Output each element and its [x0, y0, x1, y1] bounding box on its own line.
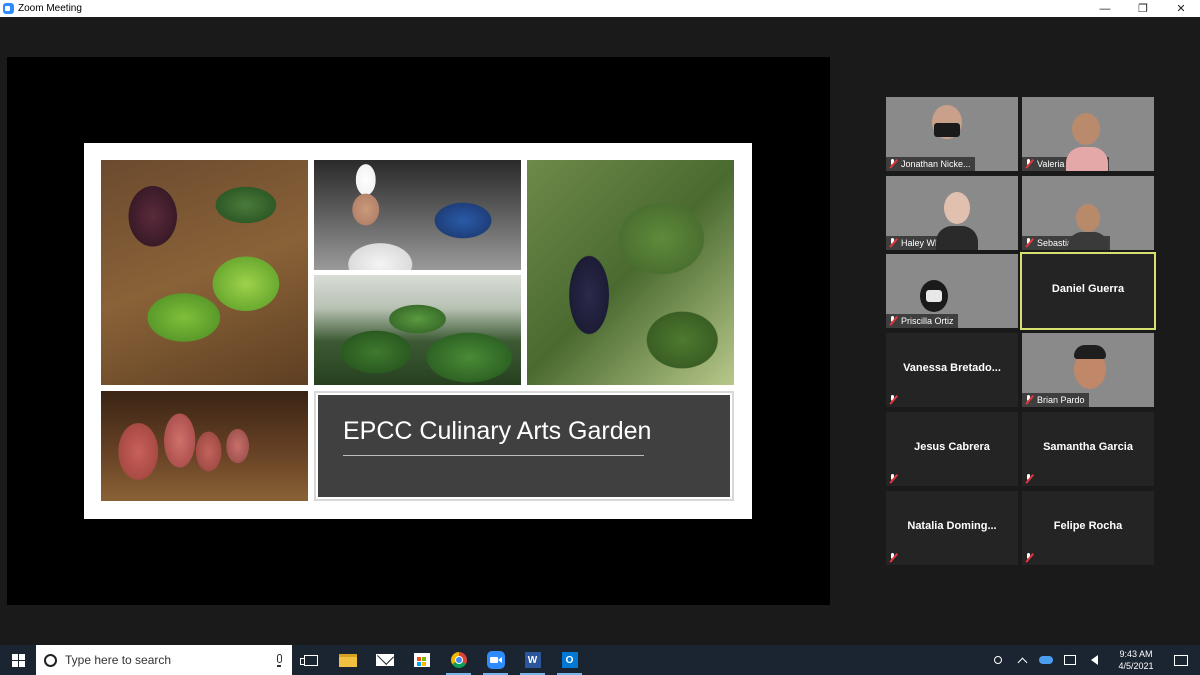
muted-mic-icon	[888, 159, 897, 169]
store-icon	[413, 653, 430, 667]
windows-logo-icon	[11, 653, 25, 667]
people-button[interactable]	[986, 645, 1010, 675]
participant-name: Brian Pardo	[1037, 395, 1085, 405]
outlook-icon: O	[561, 652, 578, 668]
sweet-potatoes-photo	[101, 391, 308, 501]
presentation-slide: EPCC Culinary Arts Garden	[84, 143, 752, 519]
participant-tile[interactable]: Felipe Rocha	[1022, 491, 1154, 565]
volume-icon	[1090, 655, 1098, 665]
muted-mic-icon	[888, 316, 897, 326]
cloud-icon	[1039, 656, 1053, 664]
clock-date: 4/5/2021	[1118, 661, 1154, 671]
mail-icon	[375, 654, 394, 666]
muted-mic-icon	[888, 553, 897, 563]
search-placeholder: Type here to search	[65, 653, 172, 667]
participant-tile[interactable]: Brian Pardo	[1022, 333, 1154, 407]
restore-button[interactable]: ❐	[1124, 0, 1162, 17]
file-explorer-button[interactable]	[329, 645, 366, 675]
mail-button[interactable]	[366, 645, 403, 675]
participant-name: Priscilla Ortiz	[901, 316, 954, 326]
muted-mic-icon	[888, 395, 897, 405]
name-label: Jonathan Nicke...	[886, 157, 975, 171]
clock-time: 9:43 AM	[1119, 649, 1153, 659]
chrome-button[interactable]	[440, 645, 477, 675]
window-controls: — ❐ ✕	[1086, 0, 1200, 17]
close-button[interactable]: ✕	[1162, 0, 1200, 17]
system-tray: 9:43 AM 4/5/2021	[986, 645, 1200, 675]
word-button[interactable]: W	[514, 645, 551, 675]
people-icon	[994, 656, 1002, 664]
active-speaker-tile[interactable]: Daniel Guerra	[1020, 252, 1156, 330]
window-title-bar[interactable]: Zoom Meeting — ❐ ✕	[0, 0, 1200, 17]
participant-tile[interactable]: Priscilla Ortiz	[886, 254, 1018, 328]
slide-title-box: EPCC Culinary Arts Garden	[314, 391, 734, 501]
name-label: Brian Pardo	[1022, 393, 1089, 407]
participant-tile[interactable]: Jesus Cabrera	[886, 412, 1018, 486]
muted-mic-icon	[888, 474, 897, 484]
task-view-icon	[299, 654, 318, 666]
participant-tile[interactable]: Natalia Doming...	[886, 491, 1018, 565]
name-label: Valeria O. Dom...	[1022, 157, 1110, 171]
slide-title-panel: EPCC Culinary Arts Garden	[318, 395, 730, 497]
participant-name: Vanessa Bretado...	[903, 362, 1001, 374]
minimize-button[interactable]: —	[1086, 0, 1124, 17]
word-icon: W	[524, 652, 541, 668]
participant-tile[interactable]: Jonathan Nicke...	[886, 97, 1018, 171]
microphone-icon[interactable]	[277, 654, 282, 667]
lettuce-photo	[101, 160, 308, 385]
task-view-button[interactable]	[292, 645, 329, 675]
cortana-icon	[44, 653, 57, 667]
participant-tile[interactable]: Vanessa Bretado...	[886, 333, 1018, 407]
zoom-button[interactable]	[477, 645, 514, 675]
participant-tile[interactable]: Sebastian Garcia	[1022, 176, 1154, 250]
muted-mic-icon	[1024, 395, 1033, 405]
muted-mic-icon	[1024, 238, 1033, 248]
title-underline	[343, 455, 644, 456]
slide-title: EPCC Culinary Arts Garden	[343, 417, 652, 445]
participant-name: Haley White	[901, 238, 950, 248]
show-hidden-icons-button[interactable]	[1010, 645, 1034, 675]
participant-name: Natalia Doming...	[907, 520, 997, 532]
start-button[interactable]	[0, 645, 36, 675]
network-icon	[1064, 655, 1076, 665]
meeting-stage: EPCC Culinary Arts Garden Jonathan Nicke…	[0, 17, 1200, 645]
volume-button[interactable]	[1082, 645, 1106, 675]
chevron-up-icon	[1017, 657, 1027, 667]
participant-name: Felipe Rocha	[1053, 520, 1123, 532]
folder-icon	[338, 653, 357, 667]
taskbar-clock[interactable]: 9:43 AM 4/5/2021	[1106, 648, 1166, 672]
participant-name: Daniel Guerra	[1051, 283, 1125, 295]
grapes-photo	[527, 160, 734, 385]
windows-taskbar: Type here to search W O 9:43 AM 4/5/2021	[0, 645, 1200, 675]
outlook-button[interactable]: O	[551, 645, 588, 675]
name-label: Haley White	[886, 236, 954, 250]
participant-name: Jonathan Nicke...	[901, 159, 971, 169]
onedrive-button[interactable]	[1034, 645, 1058, 675]
taskbar-search-box[interactable]: Type here to search	[36, 645, 292, 675]
notification-icon[interactable]	[1174, 654, 1188, 666]
muted-mic-icon	[1024, 474, 1033, 484]
name-label: Sebastian Garcia	[1022, 236, 1111, 250]
participant-name: Jesus Cabrera	[914, 441, 990, 453]
greenhouse-photo	[314, 275, 521, 385]
participant-name: Valeria O. Dom...	[1037, 159, 1106, 169]
chef-student-photo	[314, 160, 521, 270]
zoom-icon	[486, 651, 505, 669]
chrome-icon	[450, 652, 467, 668]
name-label: Priscilla Ortiz	[886, 314, 958, 328]
muted-mic-icon	[888, 238, 897, 248]
participant-name: Sebastian Garcia	[1037, 238, 1107, 248]
muted-mic-icon	[1024, 553, 1033, 563]
zoom-app-icon	[3, 3, 14, 14]
participant-tile[interactable]: Valeria O. Dom...	[1022, 97, 1154, 171]
participant-tile[interactable]: Samantha Garcia	[1022, 412, 1154, 486]
network-button[interactable]	[1058, 645, 1082, 675]
window-title: Zoom Meeting	[18, 3, 82, 14]
participant-tile[interactable]: Haley White	[886, 176, 1018, 250]
store-button[interactable]	[403, 645, 440, 675]
muted-mic-icon	[1024, 159, 1033, 169]
participant-name: Samantha Garcia	[1043, 441, 1133, 453]
screen-share-area[interactable]: EPCC Culinary Arts Garden	[7, 57, 830, 605]
